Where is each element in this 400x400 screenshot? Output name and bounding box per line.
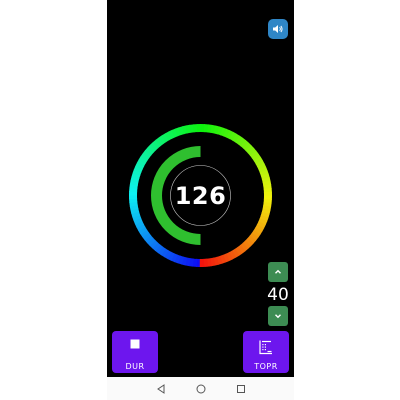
decrease-button[interactable] <box>268 306 288 326</box>
meter-reading: 126 <box>174 181 227 210</box>
back-icon[interactable] <box>155 383 167 395</box>
meter-dial: 126 <box>126 121 275 270</box>
topr-button[interactable]: TOPR <box>243 331 289 373</box>
dur-button-label: DUR <box>125 362 145 371</box>
increase-button[interactable] <box>268 262 288 282</box>
system-nav-bar <box>107 377 294 400</box>
chevron-down-icon <box>275 314 281 319</box>
speaker-button[interactable] <box>268 19 288 39</box>
home-icon[interactable] <box>195 383 207 395</box>
speaker-icon <box>273 25 283 33</box>
stepper-value: 40 <box>267 285 289 305</box>
list-icon <box>259 340 272 355</box>
stop-icon <box>130 339 140 349</box>
recent-apps-icon[interactable] <box>235 383 247 395</box>
dur-button[interactable]: DUR <box>112 331 158 373</box>
app-screen: 126 40 DUR TOPR <box>107 0 294 400</box>
chevron-up-icon <box>275 269 281 274</box>
topr-button-label: TOPR <box>254 362 278 371</box>
